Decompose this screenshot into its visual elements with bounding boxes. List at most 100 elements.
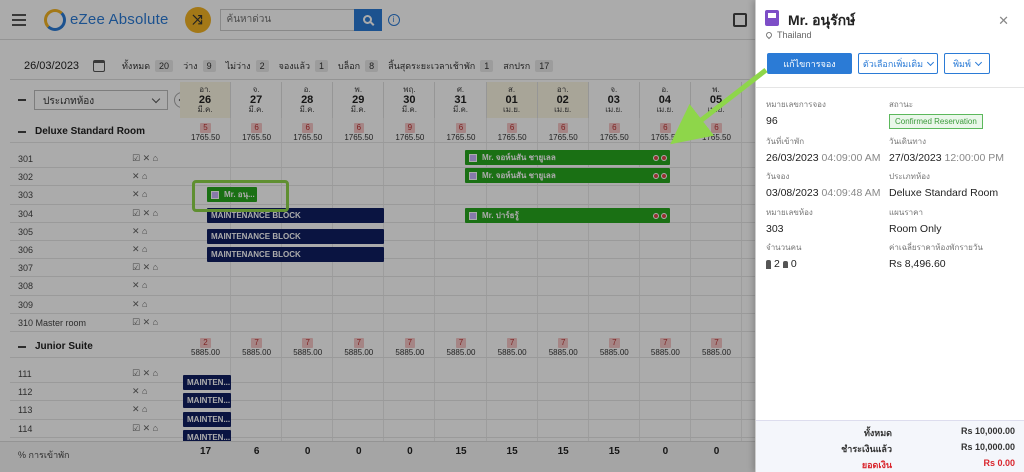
room-number[interactable]: 305 [18,227,33,237]
booking-bar[interactable]: Mr. จอห์นสัน ชายูเลล [465,150,670,165]
room-status-icons[interactable]: ☑ ✕ ⌂ [132,317,158,328]
day-header-31[interactable]: ศ. 31 มี.ค. [436,82,487,118]
print-label: พิมพ์ [953,58,971,69]
room-number[interactable]: 307 [18,263,33,273]
status-count-label: ว่าง [183,60,198,71]
day-header-29[interactable]: พ. 29 มี.ค. [333,82,385,118]
availability-cell[interactable]: 7 5885.00 [333,338,384,357]
booking-bar[interactable]: Mr. ปาร์ธรู้ [465,208,670,223]
status-count-3[interactable]: จองแล้ว 1 [279,59,329,73]
booking-bar[interactable]: MAINTENANCE BLOCK [207,247,384,262]
room-status-icons[interactable]: ✕ ⌂ [132,404,147,415]
room-number[interactable]: 310 Master room [18,318,86,328]
rate-value: 1765.50 [702,133,731,142]
availability-cell[interactable]: 6 1765.50 [640,123,691,142]
search-button[interactable] [353,8,382,31]
availability-cell[interactable]: 6 1765.50 [282,123,333,142]
room-number[interactable]: 301 [18,154,33,164]
divider [756,87,1024,88]
rate-value: 5885.00 [702,348,731,357]
room-number[interactable]: 113 [18,405,32,415]
availability-cell[interactable]: 5 1765.50 [180,123,231,142]
booking-bar[interactable]: MAINTEN... [183,375,231,390]
room-number[interactable]: 308 [18,281,33,291]
availability-cell[interactable]: 7 5885.00 [436,338,487,357]
room-number[interactable]: 112 [18,387,32,397]
day-header-01[interactable]: ส. 01 เม.ย. [486,82,538,118]
status-count-6[interactable]: สกปรก 17 [503,59,554,73]
availability-cell[interactable]: 7 5885.00 [282,338,333,357]
booking-flags [653,154,667,161]
day-header-02[interactable]: อา. 02 เม.ย. [537,82,589,118]
room-number[interactable]: 306 [18,245,33,255]
room-status-icons[interactable]: ☑ ✕ ⌂ [132,368,158,379]
status-count-4[interactable]: บล็อก 8 [338,59,379,73]
room-status-icons[interactable]: ☑ ✕ ⌂ [132,262,158,273]
room-status-icons[interactable]: ☑ ✕ ⌂ [132,153,158,164]
calendar-icon[interactable] [93,59,106,72]
room-status-icons[interactable]: ✕ ⌂ [132,299,147,310]
availability-cell[interactable]: 2 5885.00 [180,338,231,357]
calendar-icon[interactable] [733,12,747,27]
day-header-04[interactable]: อ. 04 เม.ย. [640,82,691,118]
availability-cell[interactable]: 6 1765.50 [231,123,282,142]
day-header-03[interactable]: จ. 03 เม.ย. [589,82,640,118]
room-status-icons[interactable]: ✕ ⌂ [132,189,147,200]
room-status-icons[interactable]: ✕ ⌂ [132,226,147,237]
availability-cell[interactable]: 6 1765.50 [487,123,538,142]
date-picker[interactable]: 26/03/2023 [10,59,115,72]
collapse-dash-icon[interactable] [18,99,26,101]
availability-cell[interactable]: 7 5885.00 [384,338,435,357]
room-number[interactable]: 114 [18,424,32,434]
room-number[interactable]: 302 [18,172,33,182]
booking-bar[interactable]: MAINTEN... [183,393,231,408]
status-count-0[interactable]: ทั้งหมด 20 [122,59,174,73]
status-count-5[interactable]: สิ้นสุดระยะเวลาเช้าพัก 1 [388,59,494,73]
availability-cell[interactable]: 9 1765.50 [384,123,435,142]
room-number[interactable]: 303 [18,190,33,200]
day-header-27[interactable]: จ. 27 มี.ค. [231,82,283,118]
info-icon[interactable]: i [387,13,400,26]
availability-cell[interactable]: 7 5885.00 [487,338,538,357]
room-status-icons[interactable]: ✕ ⌂ [132,280,147,291]
availability-cell[interactable]: 7 5885.00 [538,338,589,357]
status-count-2[interactable]: ไม่ว่าง 2 [226,59,269,73]
availability-cell[interactable]: 7 5885.00 [640,338,691,357]
print-button[interactable]: พิมพ์ [944,53,990,74]
room-number[interactable]: 111 [18,369,32,379]
room-number[interactable]: 304 [18,209,33,219]
menu-icon[interactable] [12,11,26,29]
booking-bar[interactable]: Mr. จอห์นสัน ชายูเลล [465,168,670,183]
availability-cell[interactable]: 7 5885.00 [231,338,282,357]
search-input[interactable] [219,8,354,31]
collapse-dash-icon[interactable] [18,346,26,348]
app-logo[interactable]: eZee Absolute [44,8,169,31]
day-header-28[interactable]: อ. 28 มี.ค. [282,82,334,118]
day-header-26[interactable]: อา. 26 มี.ค. [180,82,231,118]
status-count-1[interactable]: ว่าง 9 [183,59,216,73]
room-status-icons[interactable]: ✕ ⌂ [132,244,147,255]
room-status-icons[interactable]: ☑ ✕ ⌂ [132,423,158,434]
booking-bar[interactable]: MAINTENANCE BLOCK [207,229,384,244]
collapse-dash-icon[interactable] [18,131,26,133]
availability-cell[interactable]: 7 5885.00 [691,338,742,357]
availability-cell[interactable]: 6 1765.50 [538,123,589,142]
availability-cell[interactable]: 7 5885.00 [589,338,640,357]
room-number[interactable]: 309 [18,300,33,310]
availability-cell[interactable]: 6 1765.50 [333,123,384,142]
room-status-icons[interactable]: ☑ ✕ ⌂ [132,208,158,219]
close-icon[interactable]: ✕ [998,13,1009,29]
more-options-button[interactable]: ตัวเลือกเพิ่มเติม [858,53,938,74]
shuffle-icon[interactable]: ⤨ [184,6,211,33]
day-header-05[interactable]: พ. 05 เม.ย. [691,82,742,118]
room-type-select[interactable]: ประเภทห้อง [34,90,168,110]
day-header-30[interactable]: พฤ. 30 มี.ค. [384,82,436,118]
availability-cell[interactable]: 6 1765.50 [691,123,742,142]
room-status-icons[interactable]: ✕ ⌂ [132,386,147,397]
availability-cell[interactable]: 6 1765.50 [589,123,640,142]
paid-value: Rs 10,000.00 [960,442,1015,452]
availability-cell[interactable]: 6 1765.50 [436,123,487,142]
booking-bar[interactable]: MAINTEN... [183,412,231,427]
edit-reservation-button[interactable]: แก้ไขการจอง [767,53,852,74]
room-status-icons[interactable]: ✕ ⌂ [132,171,147,182]
